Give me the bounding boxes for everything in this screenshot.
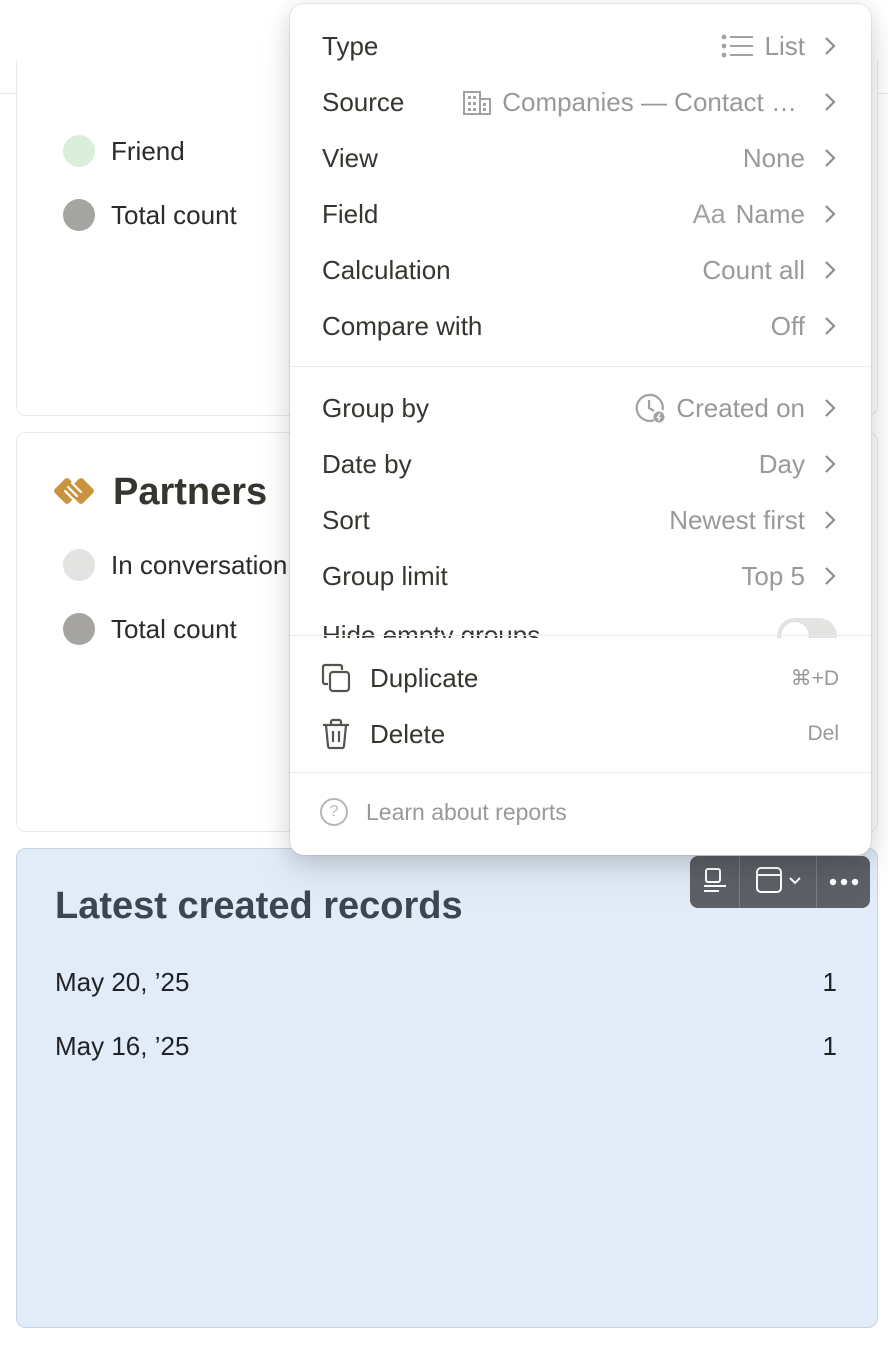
caption-button[interactable] [690,856,740,908]
help-icon: ? [320,798,348,826]
menu-item-group-by[interactable]: Group by Created on [322,388,837,428]
duplicate-icon [320,662,352,694]
menu-item-value: Count all [702,254,805,285]
record-date: May 20, ’25 [55,967,190,997]
menu-item-compare-with[interactable]: Compare with Off [322,306,837,346]
menu-item-date-by[interactable]: Date by Day [322,444,837,484]
handshake-icon [53,469,95,516]
list-icon [721,33,755,59]
menu-item-label: Group by [322,392,429,423]
learn-label: Learn about reports [366,798,567,825]
menu-item-label: Type [322,30,379,61]
menu-item-calculation[interactable]: Calculation Count all [322,250,837,290]
trash-icon [320,718,352,750]
card-header: Partners [53,469,267,516]
menu-item-value: Created on [676,392,805,423]
keyboard-shortcut: Del [807,722,839,745]
menu-item-value: Off [770,310,805,341]
chevron-right-icon [823,564,837,588]
chevron-right-icon [823,90,837,114]
report-settings-menu: Type List Source Companies — Contact … V… [290,4,871,855]
text-aa-icon: Aa [692,198,726,229]
chevron-down-icon [788,873,802,891]
chevron-right-icon [823,314,837,338]
friend-dot [63,135,95,167]
menu-item-label: Group limit [322,560,448,591]
menu-item-sort[interactable]: Sort Newest first [322,500,837,540]
menu-item-label: Date by [322,448,412,479]
in-conversation-dot [63,549,95,581]
legend-label: Total count [111,613,237,644]
learn-about-reports-link[interactable]: ? Learn about reports [320,798,567,826]
legend-label: Friend [111,135,185,166]
card-title: Partners [113,471,268,513]
legend-label: Total count [111,199,237,230]
menu-divider [290,635,871,636]
total-dot [63,613,95,645]
menu-item-value: Name [735,198,805,229]
more-button[interactable] [817,856,870,908]
menu-item-label: Field [322,198,379,229]
legend-item-total-count: Total count [63,613,237,645]
chevron-right-icon [823,34,837,58]
menu-item-view[interactable]: View None [322,138,837,178]
card-title: Latest created records [55,885,463,927]
chevron-right-icon [823,146,837,170]
legend-label: In conversation [111,549,288,580]
chevron-right-icon [823,202,837,226]
delete-action[interactable]: Delete Del [320,714,839,754]
chevron-right-icon [823,508,837,532]
chevron-right-icon [823,452,837,476]
duplicate-action[interactable]: Duplicate ⌘+D [320,658,839,698]
list-item[interactable]: May 16, ’25 1 [55,1031,837,1062]
more-icon [829,873,859,891]
record-count: 1 [822,1031,837,1061]
legend-item-in-conversation: In conversation [63,549,287,581]
list-item[interactable]: May 20, ’25 1 [55,967,837,998]
menu-divider [290,772,871,773]
menu-item-label: Calculation [322,254,451,285]
menu-item-source[interactable]: Source Companies — Contact … [322,82,837,122]
layout-icon [754,865,784,900]
record-count: 1 [822,967,837,997]
record-date: May 16, ’25 [55,1031,190,1061]
building-icon [462,88,492,116]
menu-item-label: Compare with [322,310,483,341]
menu-item-group-limit[interactable]: Group limit Top 5 [322,556,837,596]
card-toolbar [690,856,870,908]
legend-item-total-count: Total count [63,199,237,231]
layout-dropdown-button[interactable] [740,856,817,908]
action-label: Duplicate [370,662,479,693]
legend-item-friend: Friend [63,135,185,167]
menu-item-value: Day [758,448,805,479]
total-dot [63,199,95,231]
menu-item-label: Sort [322,504,370,535]
keyboard-shortcut: ⌘+D [790,666,839,690]
caption-icon [701,866,729,899]
clock-icon [634,392,666,424]
report-card-latest-records[interactable]: Latest created records May 20, ’25 1 May… [16,848,878,1328]
action-label: Delete [370,718,446,749]
menu-item-type[interactable]: Type List [322,26,837,66]
menu-item-value: Top 5 [741,560,805,591]
menu-item-value: None [742,142,805,173]
chevron-right-icon [823,258,837,282]
menu-item-label: View [322,142,378,173]
menu-item-value: List [764,30,805,61]
menu-item-value: Newest first [669,504,805,535]
menu-item-label: Source [322,86,405,117]
chevron-right-icon [823,396,837,420]
menu-item-value: Companies — Contact … [502,86,797,117]
menu-divider [290,366,871,367]
menu-item-field[interactable]: Field Aa Name [322,194,837,234]
